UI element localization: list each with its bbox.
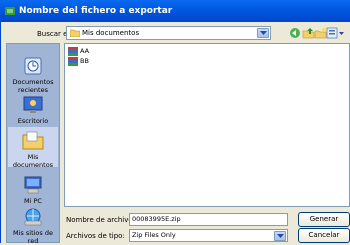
place-recent-documents[interactable]: Documentos recientes — [7, 56, 59, 94]
chevron-down-icon[interactable] — [274, 231, 286, 241]
file-list[interactable]: AA BB — [64, 43, 350, 207]
folder-icon — [70, 29, 80, 37]
desktop-icon — [23, 96, 43, 113]
place-desktop[interactable]: Escritorio — [7, 95, 59, 125]
chevron-down-icon[interactable] — [257, 28, 269, 38]
window-title: Nombre del fichero a exportar — [19, 6, 173, 16]
filename-label: Nombre de archivo: — [66, 216, 136, 224]
archive-icon — [68, 57, 78, 66]
app-icon — [5, 7, 15, 15]
my-documents-icon — [22, 131, 44, 150]
place-label: Documentos recientes — [12, 78, 54, 94]
filename-field[interactable]: 00083995E.zip — [129, 213, 288, 226]
save-button[interactable]: Generar — [298, 212, 350, 227]
look-in-value: Mis documentos — [82, 29, 140, 37]
archive-icon — [68, 47, 78, 56]
back-icon[interactable] — [289, 27, 302, 39]
filetype-select[interactable]: Zip Files Only — [129, 229, 288, 242]
places-bar: Documentos recientes Escritorio Mis docu… — [6, 43, 60, 245]
place-my-computer[interactable]: Mi PC — [7, 175, 59, 205]
place-label: Mis documentos — [12, 153, 54, 169]
filetype-label: Archivos de tipo: — [66, 232, 125, 240]
place-network[interactable]: Mis sitios de red — [7, 207, 59, 245]
title-bar: Nombre del fichero a exportar — [0, 0, 350, 22]
network-places-icon — [24, 208, 42, 226]
my-computer-icon — [24, 176, 42, 194]
view-menu-icon[interactable] — [326, 27, 346, 39]
place-label: Escritorio — [17, 117, 49, 125]
look-in-combo[interactable]: Mis documentos — [66, 26, 271, 40]
cancel-button[interactable]: Cancelar — [298, 228, 350, 243]
place-my-documents[interactable]: Mis documentos — [7, 126, 59, 169]
place-label: Mi PC — [24, 197, 42, 205]
file-name: BB — [80, 57, 89, 65]
filetype-value: Zip Files Only — [132, 231, 176, 239]
recent-documents-icon — [24, 57, 42, 75]
file-name: AA — [80, 47, 90, 55]
